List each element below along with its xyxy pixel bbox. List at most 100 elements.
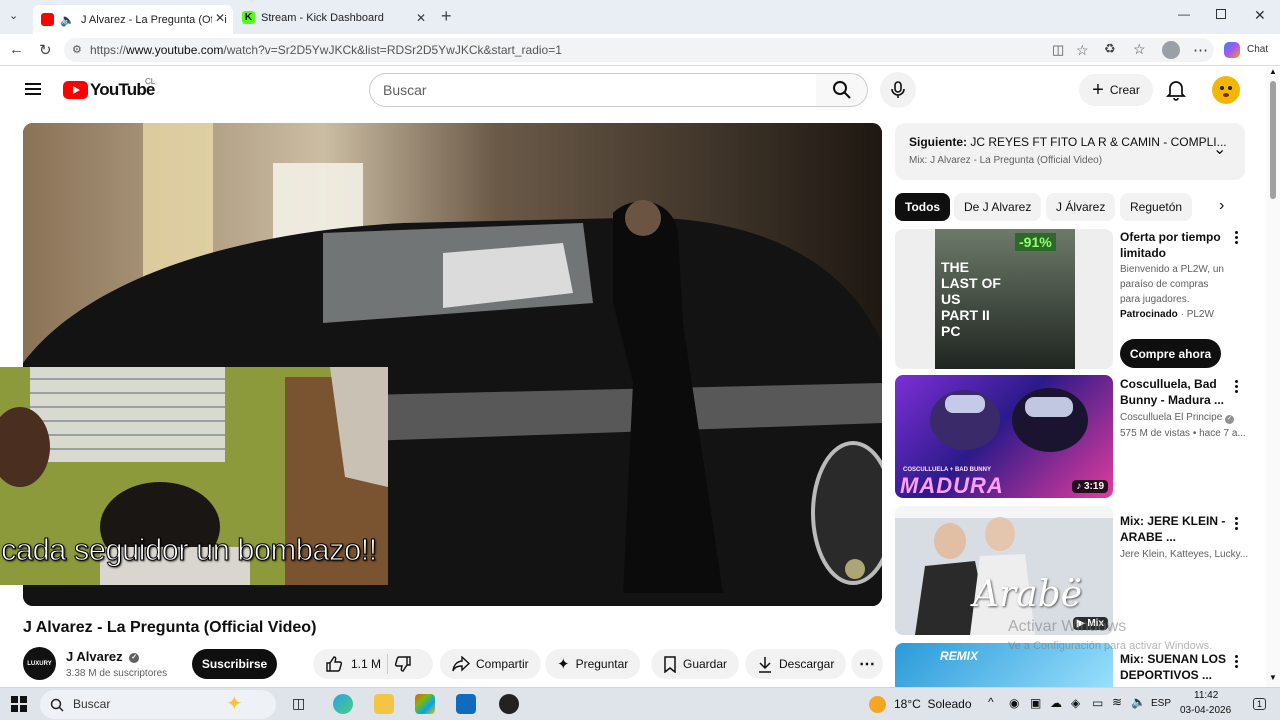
profile-icon[interactable] <box>1162 41 1180 59</box>
battery-icon[interactable]: ▭ <box>1092 696 1103 710</box>
sponsored-ad[interactable]: THE LAST OF US PART II PC -91% Oferta po… <box>895 229 1255 369</box>
file-explorer-icon[interactable] <box>374 694 394 714</box>
download-button[interactable]: Descargar <box>745 649 847 679</box>
ad-cta-button[interactable]: Compre ahora <box>1120 339 1221 368</box>
tray-app-icon[interactable]: ▣ <box>1030 696 1041 710</box>
ad-menu-icon[interactable] <box>1235 231 1239 246</box>
ask-button[interactable]: ✦ Preguntar <box>545 649 641 679</box>
chat-label[interactable]: Chat <box>1247 44 1268 55</box>
video-title: Cosculluela, Bad Bunny - Madura ... <box>1120 377 1225 407</box>
taskbar-search[interactable]: Buscar ✦ <box>40 690 276 719</box>
verified-badge-icon: ✓ <box>1225 415 1235 424</box>
clock-date[interactable]: 03-04-2026 <box>1180 705 1231 716</box>
search-icon <box>832 81 851 99</box>
video-thumbnail[interactable]: Arabë ▶ Mix <box>895 506 1113 635</box>
store-icon[interactable] <box>415 694 435 714</box>
more-actions-button[interactable]: ⋯ <box>851 649 883 679</box>
voice-search-button[interactable] <box>880 72 916 108</box>
verified-badge-icon: ✓ <box>129 652 140 663</box>
notification-badge[interactable]: 1 <box>1253 698 1267 710</box>
wifi-icon[interactable]: ≋ <box>1112 695 1122 709</box>
scroll-down-icon[interactable]: ▼ <box>1269 673 1277 682</box>
language-indicator[interactable]: ESP <box>1151 698 1171 709</box>
share-button[interactable]: Compartir <box>440 649 541 679</box>
ad-thumbnail[interactable]: THE LAST OF US PART II PC -91% <box>895 229 1113 369</box>
like-button[interactable]: 1.1 M <box>325 655 381 673</box>
close-tab-icon[interactable]: ✕ <box>211 11 225 25</box>
channel-list: Jere Klein, Katteyes, Lucky... <box>1120 549 1249 560</box>
stream-overlay-text: cada seguidor un bombazo!! <box>1 532 378 568</box>
scroll-up-icon[interactable]: ▲ <box>1269 67 1277 76</box>
more-icon[interactable]: ⋯ <box>1193 41 1208 59</box>
close-tab-icon[interactable]: ✕ <box>416 11 426 25</box>
channel-name[interactable]: Cosculluela El Principe <box>1120 412 1222 423</box>
tray-overflow-icon[interactable]: ^ <box>988 695 994 709</box>
recommended-mix[interactable]: Arabë ▶ Mix Mix: JERE KLEIN - ARABE ... … <box>895 506 1255 635</box>
user-avatar[interactable] <box>1212 76 1240 104</box>
thumbs-down-icon[interactable] <box>394 655 412 673</box>
search-icon <box>50 698 64 712</box>
search-input[interactable]: Buscar <box>369 73 817 107</box>
tab-youtube[interactable]: 🔈 J Alvarez - La Pregunta (Offici ✕ <box>33 5 233 34</box>
chip-j-alvarez[interactable]: J Álvarez <box>1046 193 1116 221</box>
create-button[interactable]: + Crear <box>1079 74 1153 106</box>
favorite-star-icon[interactable]: ☆ <box>1076 38 1089 62</box>
extensions-icon[interactable]: ♻ <box>1104 41 1116 57</box>
task-view-icon[interactable]: ◫ <box>292 695 305 712</box>
notifications-bell-icon[interactable] <box>1166 79 1186 101</box>
video-menu-icon[interactable] <box>1235 380 1239 395</box>
split-screen-icon[interactable]: ◫ <box>1052 38 1064 62</box>
search-button[interactable] <box>816 73 868 107</box>
audio-icon[interactable]: 🔈 <box>60 13 75 27</box>
tab-kick[interactable]: K Stream - Kick Dashboard ✕ <box>234 5 434 30</box>
reload-icon[interactable]: ↻ <box>39 41 52 59</box>
tray-app-icon[interactable]: ◈ <box>1071 696 1080 710</box>
outlook-icon[interactable] <box>456 694 476 714</box>
up-next-card[interactable]: Siguiente: JC REYES FT FITO LA R & CAMIN… <box>895 123 1245 180</box>
browser-tab-bar: ⌄ 🔈 J Alvarez - La Pregunta (Offici ✕ K … <box>0 0 1280 34</box>
close-window-icon[interactable]: ✕ <box>1254 7 1266 24</box>
site-info-icon[interactable]: ⚙ <box>72 38 82 62</box>
up-next-subtitle: Mix: J Alvarez - La Pregunta (Official V… <box>909 155 1103 166</box>
scroll-thumb[interactable] <box>1270 81 1276 199</box>
video-title: J Alvarez - La Pregunta (Official Video) <box>23 619 317 636</box>
recommended-video[interactable]: COSCULLUELA + BAD BUNNY MADURA ♪ 3:19 Co… <box>895 375 1255 498</box>
chips-next-chevron-icon[interactable]: › <box>1219 197 1224 215</box>
ask-label: Preguntar <box>575 657 629 671</box>
chip-regueton[interactable]: Reguetón <box>1120 193 1193 221</box>
page-scrollbar[interactable]: ▲ ▼ <box>1266 67 1280 687</box>
menu-hamburger-icon[interactable] <box>25 83 41 95</box>
clock-time[interactable]: 11:42 <box>1194 690 1218 701</box>
advertiser-name: PL2W <box>1186 309 1214 320</box>
url-field[interactable]: ⚙ https://www.youtube.com/watch?v=Sr2D5Y… <box>64 38 1214 62</box>
tray-app-icon[interactable]: ☁ <box>1050 696 1062 710</box>
tray-app-icon[interactable]: ◉ <box>1009 696 1019 710</box>
weather-text[interactable]: 18°C Soleado <box>894 697 972 711</box>
copilot-icon[interactable] <box>1224 42 1240 58</box>
tab-list-chevron-icon[interactable]: ⌄ <box>9 9 18 22</box>
obs-icon[interactable] <box>499 694 519 714</box>
maximize-icon[interactable] <box>1216 9 1226 19</box>
save-button[interactable]: Guardar <box>651 649 740 679</box>
favorites-icon[interactable]: ☆ <box>1133 41 1146 58</box>
chip-de-j-alvarez[interactable]: De J Alvarez <box>954 193 1042 221</box>
channel-name-text: J Alvarez <box>66 649 123 664</box>
sparkle-icon: ✦ <box>557 656 570 673</box>
back-icon[interactable]: ← <box>9 41 24 58</box>
youtube-logo[interactable]: YouTube <box>63 80 155 100</box>
video-menu-icon[interactable] <box>1235 517 1239 532</box>
video-thumbnail[interactable]: COSCULLUELA + BAD BUNNY MADURA ♪ 3:19 <box>895 375 1113 498</box>
video-menu-icon[interactable] <box>1235 655 1239 670</box>
windows-start-icon[interactable] <box>11 696 27 712</box>
new-tab-icon[interactable]: + <box>441 6 452 27</box>
channel-avatar[interactable]: LUXURY <box>23 647 56 680</box>
share-icon <box>452 656 470 672</box>
subscribe-button[interactable]: Suscribirse <box>192 649 277 679</box>
share-label: Compartir <box>476 657 529 671</box>
expand-chevron-icon[interactable]: ⌄ <box>1213 139 1226 159</box>
volume-icon[interactable]: 🔈 <box>1131 695 1146 709</box>
chip-todos[interactable]: Todos <box>895 193 951 221</box>
channel-name[interactable]: J Alvarez ✓ <box>66 649 140 664</box>
minimize-icon[interactable]: — <box>1178 7 1190 21</box>
edge-browser-icon[interactable] <box>333 694 353 714</box>
